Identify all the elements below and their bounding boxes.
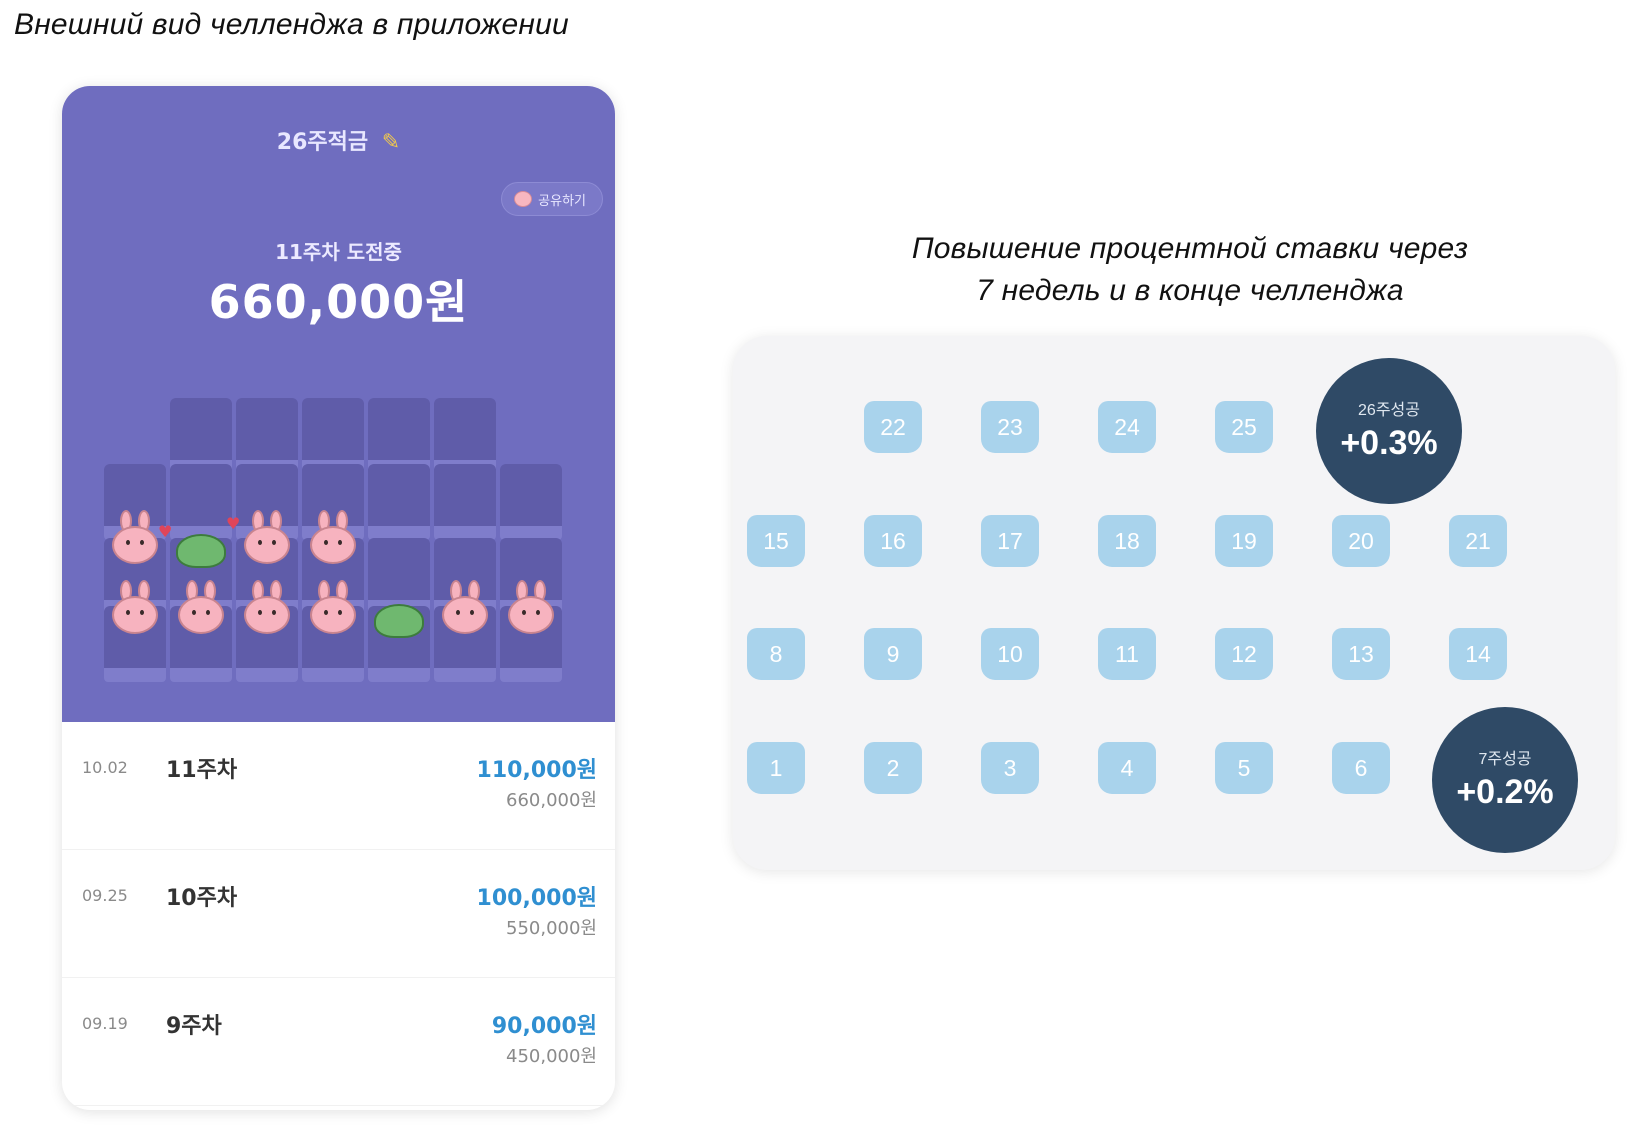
seat-block	[434, 464, 496, 540]
bunny-icon	[438, 580, 492, 638]
week-cell: 12	[1215, 628, 1273, 680]
seat-block	[368, 398, 430, 474]
item-date: 09.19	[82, 1014, 128, 1033]
item-paid: 100,000원	[476, 886, 597, 911]
seat-block	[236, 398, 298, 474]
heart-icon: ♥	[158, 522, 173, 541]
item-total: 550,000원	[506, 918, 597, 939]
bunny-icon	[240, 580, 294, 638]
item-total: 450,000원	[506, 1046, 597, 1067]
screen-title: 26주적금 ✎	[62, 124, 615, 156]
share-button[interactable]: 공유하기	[501, 182, 603, 216]
payment-list: 10.02 11주차 110,000원 660,000원 09.25 10주차 …	[62, 722, 615, 1106]
list-item[interactable]: 10.02 11주차 110,000원 660,000원	[62, 722, 615, 850]
seat-block	[170, 398, 232, 474]
week-cell: 14	[1449, 628, 1507, 680]
share-label: 공유하기	[538, 193, 586, 209]
seat-block	[170, 464, 232, 540]
seat-grid: ♥ ♥	[104, 398, 574, 704]
item-date: 09.25	[82, 886, 128, 905]
bunny-icon	[306, 580, 360, 638]
week-cell: 17	[981, 515, 1039, 567]
week-cell: 10	[981, 628, 1039, 680]
seat-block	[500, 464, 562, 540]
item-date: 10.02	[82, 758, 128, 777]
badge-26-label: 26주성공	[1358, 402, 1420, 419]
week-cell: 9	[864, 628, 922, 680]
dino-icon	[372, 590, 426, 644]
badge-7-rate: +0.2%	[1456, 773, 1554, 811]
bunny-icon	[240, 510, 294, 568]
app-screen: 26주적금 ✎ 공유하기 11주차 도전중 660,000원 ♥ ♥ 10.02 …	[62, 86, 615, 1110]
week-cell: 5	[1215, 742, 1273, 794]
week-cell: 1	[747, 742, 805, 794]
bunny-icon	[174, 580, 228, 638]
total-amount: 660,000원	[208, 275, 469, 329]
badge-7-label: 7주성공	[1478, 751, 1532, 768]
seat-block	[368, 464, 430, 540]
bunny-icon	[504, 580, 558, 638]
week-cell: 11	[1098, 628, 1156, 680]
week-cell: 21	[1449, 515, 1507, 567]
right-caption: Повышение процентной ставки через 7 неде…	[830, 228, 1550, 312]
badge-26-weeks: 26주성공 +0.3%	[1316, 358, 1462, 504]
list-item[interactable]: 09.19 9주차 90,000원 450,000원	[62, 978, 615, 1106]
heart-icon: ♥	[226, 514, 241, 533]
week-cell: 3	[981, 742, 1039, 794]
item-total: 660,000원	[506, 790, 597, 811]
list-item[interactable]: 09.25 10주차 100,000원 550,000원	[62, 850, 615, 978]
week-cell: 4	[1098, 742, 1156, 794]
bunny-icon	[108, 510, 162, 568]
bunny-icon	[108, 580, 162, 638]
week-cell: 25	[1215, 401, 1273, 453]
left-caption: Внешний вид челленджа в приложении	[14, 8, 569, 41]
week-cell: 23	[981, 401, 1039, 453]
seat-block	[302, 398, 364, 474]
badge-26-rate: +0.3%	[1340, 424, 1438, 462]
week-cell: 24	[1098, 401, 1156, 453]
dino-icon	[174, 520, 228, 574]
item-paid: 110,000원	[476, 758, 597, 783]
week-cell: 19	[1215, 515, 1273, 567]
week-cell: 16	[864, 515, 922, 567]
rate-panel: 25 24 23 22 21 20 19 18 17 16 15 14 13 12 11 10 9 8 6 5 4 3 2 1…	[733, 336, 1615, 870]
pencil-icon: ✎	[381, 130, 401, 155]
week-cell: 8	[747, 628, 805, 680]
item-week: 10주차	[166, 886, 238, 911]
item-week: 11주차	[166, 758, 238, 783]
bunny-icon	[514, 191, 533, 207]
challenge-header: 26주적금 ✎ 공유하기 11주차 도전중 660,000원 ♥ ♥	[62, 86, 615, 722]
week-cell: 6	[1332, 742, 1390, 794]
item-week: 9주차	[166, 1014, 222, 1039]
bunny-icon	[306, 510, 360, 568]
week-status: 11주차 도전중	[275, 240, 402, 264]
right-caption-line2: 7 недель и в конце челленджа	[976, 274, 1404, 307]
week-cell: 20	[1332, 515, 1390, 567]
week-cell: 18	[1098, 515, 1156, 567]
item-paid: 90,000원	[491, 1014, 597, 1039]
week-cell: 15	[747, 515, 805, 567]
week-cell: 22	[864, 401, 922, 453]
week-cell: 13	[1332, 628, 1390, 680]
seat-block	[434, 398, 496, 474]
week-cell: 2	[864, 742, 922, 794]
screen-title-text: 26주적금	[276, 130, 369, 155]
right-caption-line1: Повышение процентной ставки через	[911, 232, 1469, 265]
badge-7-weeks: 7주성공 +0.2%	[1432, 707, 1578, 853]
